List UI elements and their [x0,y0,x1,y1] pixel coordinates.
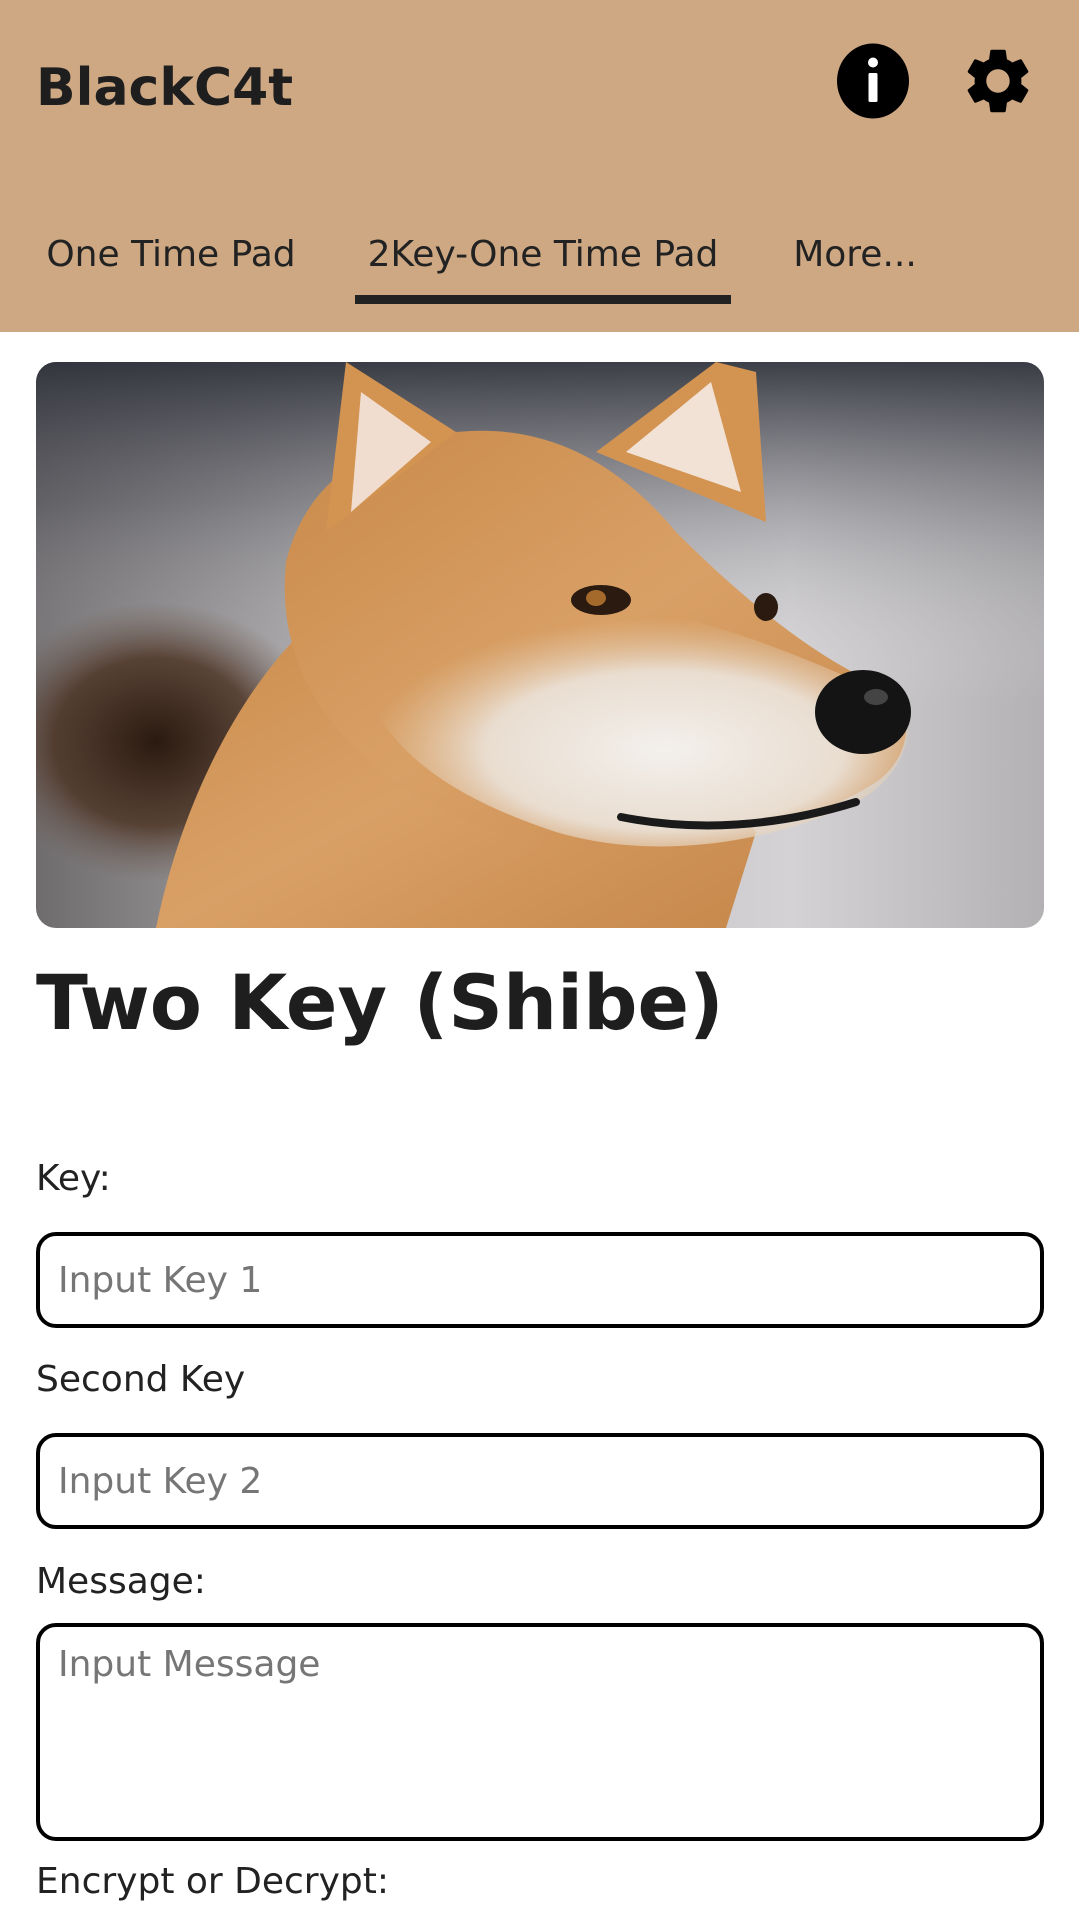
message-label: Message: [36,1561,206,1602]
info-icon [837,43,909,119]
key1-input[interactable] [36,1232,1044,1328]
gear-icon [967,49,1029,113]
key2-input[interactable] [36,1433,1044,1529]
info-button[interactable] [834,40,912,122]
tab-bar: One Time Pad 2Key-One Time Pad More... [0,215,1079,305]
tab-2key-one-time-pad[interactable]: 2Key-One Time Pad [356,215,730,305]
tab-more[interactable]: More... [770,215,940,305]
second-key-label: Second Key [36,1359,246,1400]
message-textarea[interactable] [36,1623,1044,1841]
encrypt-decrypt-label: Encrypt or Decrypt: [36,1861,390,1902]
shiba-inu-image [36,362,1044,928]
shiba-photo-illustration [36,362,1044,928]
page-title: Two Key (Shibe) [36,958,724,1047]
active-tab-indicator [355,295,731,304]
key-label: Key: [36,1158,111,1199]
tab-one-time-pad[interactable]: One Time Pad [30,215,312,305]
app-title: BlackC4t [36,58,294,118]
app-bar: BlackC4t One Time Pad 2Key-One Time Pad … [0,0,1079,332]
settings-button[interactable] [959,40,1037,122]
